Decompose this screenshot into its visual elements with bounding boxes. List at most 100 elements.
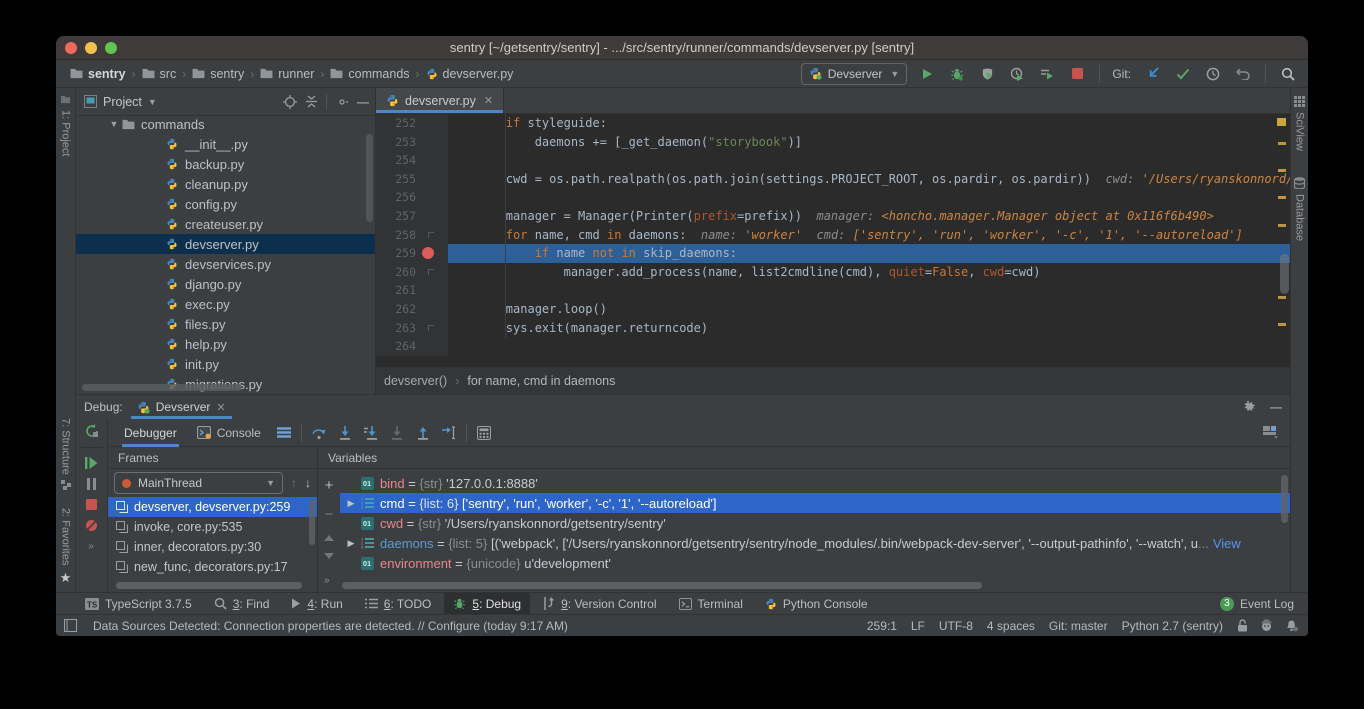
stripe-mark[interactable]	[1278, 224, 1286, 227]
tool-window-button-9: Version Control[interactable]: 9: Version Control	[534, 593, 665, 615]
add-watch-button[interactable]: +	[325, 477, 334, 494]
gutter-255[interactable]: 255	[376, 170, 448, 189]
tool-window-button-Python Console[interactable]: Python Console	[756, 593, 877, 615]
frame-row-3[interactable]: new_func, decorators.py:17	[108, 557, 317, 577]
code-line-258[interactable]: 258 for name, cmd in daemons: name: 'wor…	[376, 226, 1290, 245]
highlighting-level-icon[interactable]	[1260, 619, 1273, 632]
tree-row-backup.py[interactable]: backup.py	[76, 154, 375, 174]
project-vertical-scrollbar[interactable]	[366, 134, 373, 222]
status-segment-1[interactable]: LF	[911, 619, 925, 633]
breadcrumb-statement[interactable]: for name, cmd in daemons	[467, 374, 615, 388]
frames-vertical-scrollbar[interactable]	[309, 499, 315, 545]
gear-icon[interactable]	[1242, 400, 1256, 414]
tab-debugger[interactable]: Debugger	[116, 419, 185, 447]
collapse-all-button[interactable]	[305, 95, 318, 108]
lock-icon[interactable]	[1237, 619, 1248, 632]
tree-row-django.py[interactable]: django.py	[76, 274, 375, 294]
up-arrow-icon[interactable]	[324, 535, 334, 541]
tree-row-__init__.py[interactable]: __init__.py	[76, 134, 375, 154]
stripe-mark[interactable]	[1278, 296, 1286, 299]
variable-row-environment[interactable]: 01environment = {unicode} u'development'	[340, 553, 1290, 573]
git-update-button[interactable]	[1143, 64, 1163, 84]
tab-console[interactable]: Console	[189, 419, 269, 447]
gutter-262[interactable]: 262	[376, 300, 448, 319]
locate-file-button[interactable]	[283, 95, 297, 109]
stripe-mark[interactable]	[1278, 323, 1286, 326]
run-button[interactable]	[917, 64, 937, 84]
variable-row-cmd[interactable]: ▶123cmd = {list: 6} ['sentry', 'run', 'w…	[340, 493, 1290, 513]
code-line-254[interactable]: 254	[376, 151, 1290, 170]
tree-row-createuser.py[interactable]: createuser.py	[76, 214, 375, 234]
step-out-button[interactable]	[412, 422, 434, 444]
hide-tool-window-button[interactable]: —	[357, 95, 369, 109]
force-step-into-button[interactable]	[386, 422, 408, 444]
code-line-264[interactable]: 264	[376, 337, 1290, 356]
code-line-253[interactable]: 253 daemons += [_get_daemon("storybook")…	[376, 133, 1290, 152]
breadcrumb-function[interactable]: devserver()	[384, 374, 447, 388]
run-to-cursor-button[interactable]	[438, 422, 460, 444]
status-segment-0[interactable]: 259:1	[867, 619, 897, 633]
editor-vertical-scrollbar[interactable]	[1280, 254, 1289, 294]
tree-row-devserver.py[interactable]: devserver.py	[76, 234, 375, 254]
git-commit-button[interactable]	[1173, 64, 1193, 84]
step-over-button[interactable]	[308, 422, 330, 444]
gutter-259[interactable]: 259	[376, 244, 448, 263]
restore-layout-icon[interactable]	[1260, 422, 1282, 444]
status-segment-2[interactable]: UTF-8	[939, 619, 973, 633]
tree-row-devservices.py[interactable]: devservices.py	[76, 254, 375, 274]
stop-button[interactable]	[1067, 64, 1087, 84]
hide-tool-window-button[interactable]: —	[1270, 400, 1282, 414]
variable-row-bind[interactable]: 01bind = {str} '127.0.0.1:8888'	[340, 473, 1290, 493]
reader-mode-icon[interactable]	[64, 619, 77, 632]
history-button[interactable]	[1203, 64, 1223, 84]
rollback-button[interactable]	[1233, 64, 1253, 84]
down-arrow-icon[interactable]	[324, 553, 334, 559]
debug-button[interactable]	[947, 64, 967, 84]
code-line-263[interactable]: 263 sys.exit(manager.returncode)	[376, 319, 1290, 338]
tree-row-config.py[interactable]: config.py	[76, 194, 375, 214]
code-line-255[interactable]: 255 cwd = os.path.realpath(os.path.join(…	[376, 170, 1290, 189]
gutter-264[interactable]: 264	[376, 337, 448, 356]
nav-crumb-2[interactable]: sentry	[192, 67, 244, 81]
more-icon[interactable]: »	[88, 541, 95, 552]
tree-row-help.py[interactable]: help.py	[76, 334, 375, 354]
frame-row-0[interactable]: devserver, devserver.py:259	[108, 497, 317, 517]
nav-crumb-1[interactable]: src	[142, 67, 177, 81]
tool-window-button-5: Debug[interactable]: 5: Debug	[444, 593, 530, 615]
pause-button[interactable]	[87, 478, 97, 490]
project-view-title[interactable]: Project	[103, 95, 142, 109]
view-breakpoints-button[interactable]	[85, 519, 98, 532]
frame-row-1[interactable]: invoke, core.py:535	[108, 517, 317, 537]
view-value-link[interactable]: View	[1213, 536, 1241, 551]
gutter-260[interactable]: 260	[376, 263, 448, 282]
close-icon[interactable]: ✕	[484, 94, 493, 107]
stripe-mark[interactable]	[1278, 169, 1286, 172]
fold-marker[interactable]	[428, 232, 434, 238]
nav-crumb-5[interactable]: devserver.py	[426, 67, 514, 81]
status-segment-4[interactable]: Git: master	[1049, 619, 1108, 633]
layout-options-icon[interactable]	[273, 422, 295, 444]
breakpoint-icon[interactable]	[422, 247, 434, 259]
stripe-mark[interactable]	[1278, 142, 1286, 145]
variable-row-cwd[interactable]: 01cwd = {str} '/Users/ryanskonnord/getse…	[340, 513, 1290, 533]
tree-row-cleanup.py[interactable]: cleanup.py	[76, 174, 375, 194]
code-line-259[interactable]: 259 if name not in skip_daemons:	[376, 244, 1290, 263]
chevron-down-icon[interactable]: ▼	[148, 97, 157, 107]
search-everywhere-icon[interactable]	[1278, 64, 1298, 84]
stripe-mark[interactable]	[1278, 196, 1286, 199]
tree-row-init.py[interactable]: init.py	[76, 354, 375, 374]
tool-window-button-3: Find[interactable]: 3: Find	[205, 593, 279, 615]
sidebar-item-sciview[interactable]: SciView	[1294, 96, 1306, 151]
nav-crumb-0[interactable]: sentry	[70, 67, 126, 81]
gutter-252[interactable]: 252	[376, 114, 448, 133]
tree-row-files.py[interactable]: files.py	[76, 314, 375, 334]
evaluate-expression-button[interactable]	[473, 422, 495, 444]
tree-row-commands[interactable]: ▼commands	[76, 116, 375, 134]
code-line-262[interactable]: 262 manager.loop()	[376, 300, 1290, 319]
nav-crumb-4[interactable]: commands	[330, 67, 409, 81]
step-into-button[interactable]	[334, 422, 356, 444]
sidebar-item-structure[interactable]: 7: Structure	[60, 418, 72, 490]
expand-icon[interactable]: ▶	[344, 538, 358, 549]
gutter-253[interactable]: 253	[376, 133, 448, 152]
tool-window-button-4: Run[interactable]: 4: Run	[282, 593, 351, 615]
